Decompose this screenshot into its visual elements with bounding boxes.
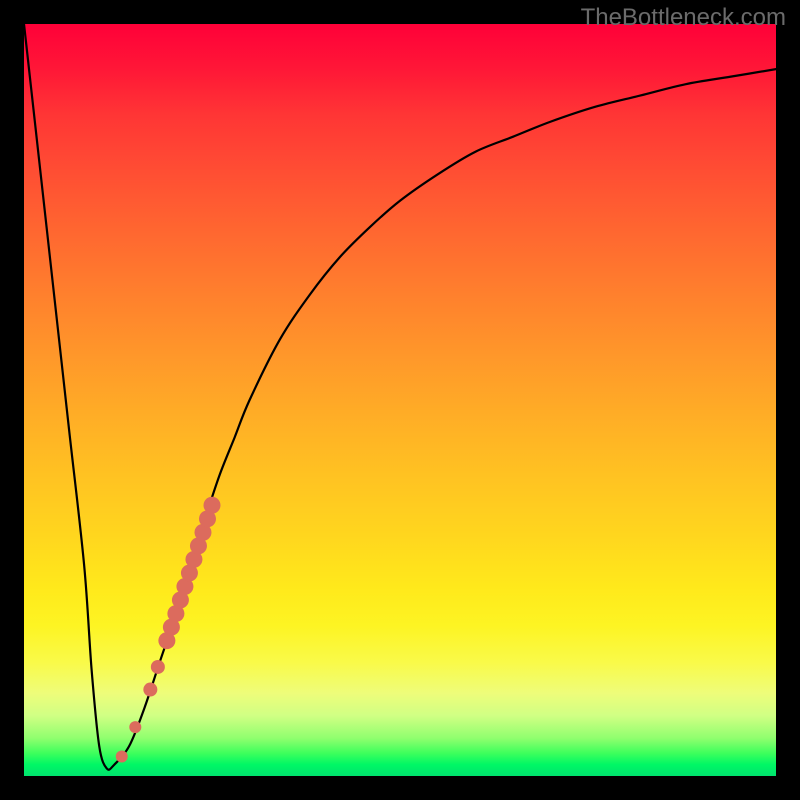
marker-dot bbox=[204, 497, 221, 514]
marker-group bbox=[116, 497, 221, 763]
plot-area bbox=[24, 24, 776, 776]
marker-dot bbox=[143, 683, 157, 697]
marker-dot bbox=[129, 721, 141, 733]
chart-container: TheBottleneck.com bbox=[0, 0, 800, 800]
watermark-text: TheBottleneck.com bbox=[581, 4, 786, 32]
marker-dot bbox=[116, 750, 128, 762]
curve-svg bbox=[24, 24, 776, 776]
bottleneck-curve-path bbox=[24, 24, 776, 770]
marker-dot bbox=[151, 660, 165, 674]
